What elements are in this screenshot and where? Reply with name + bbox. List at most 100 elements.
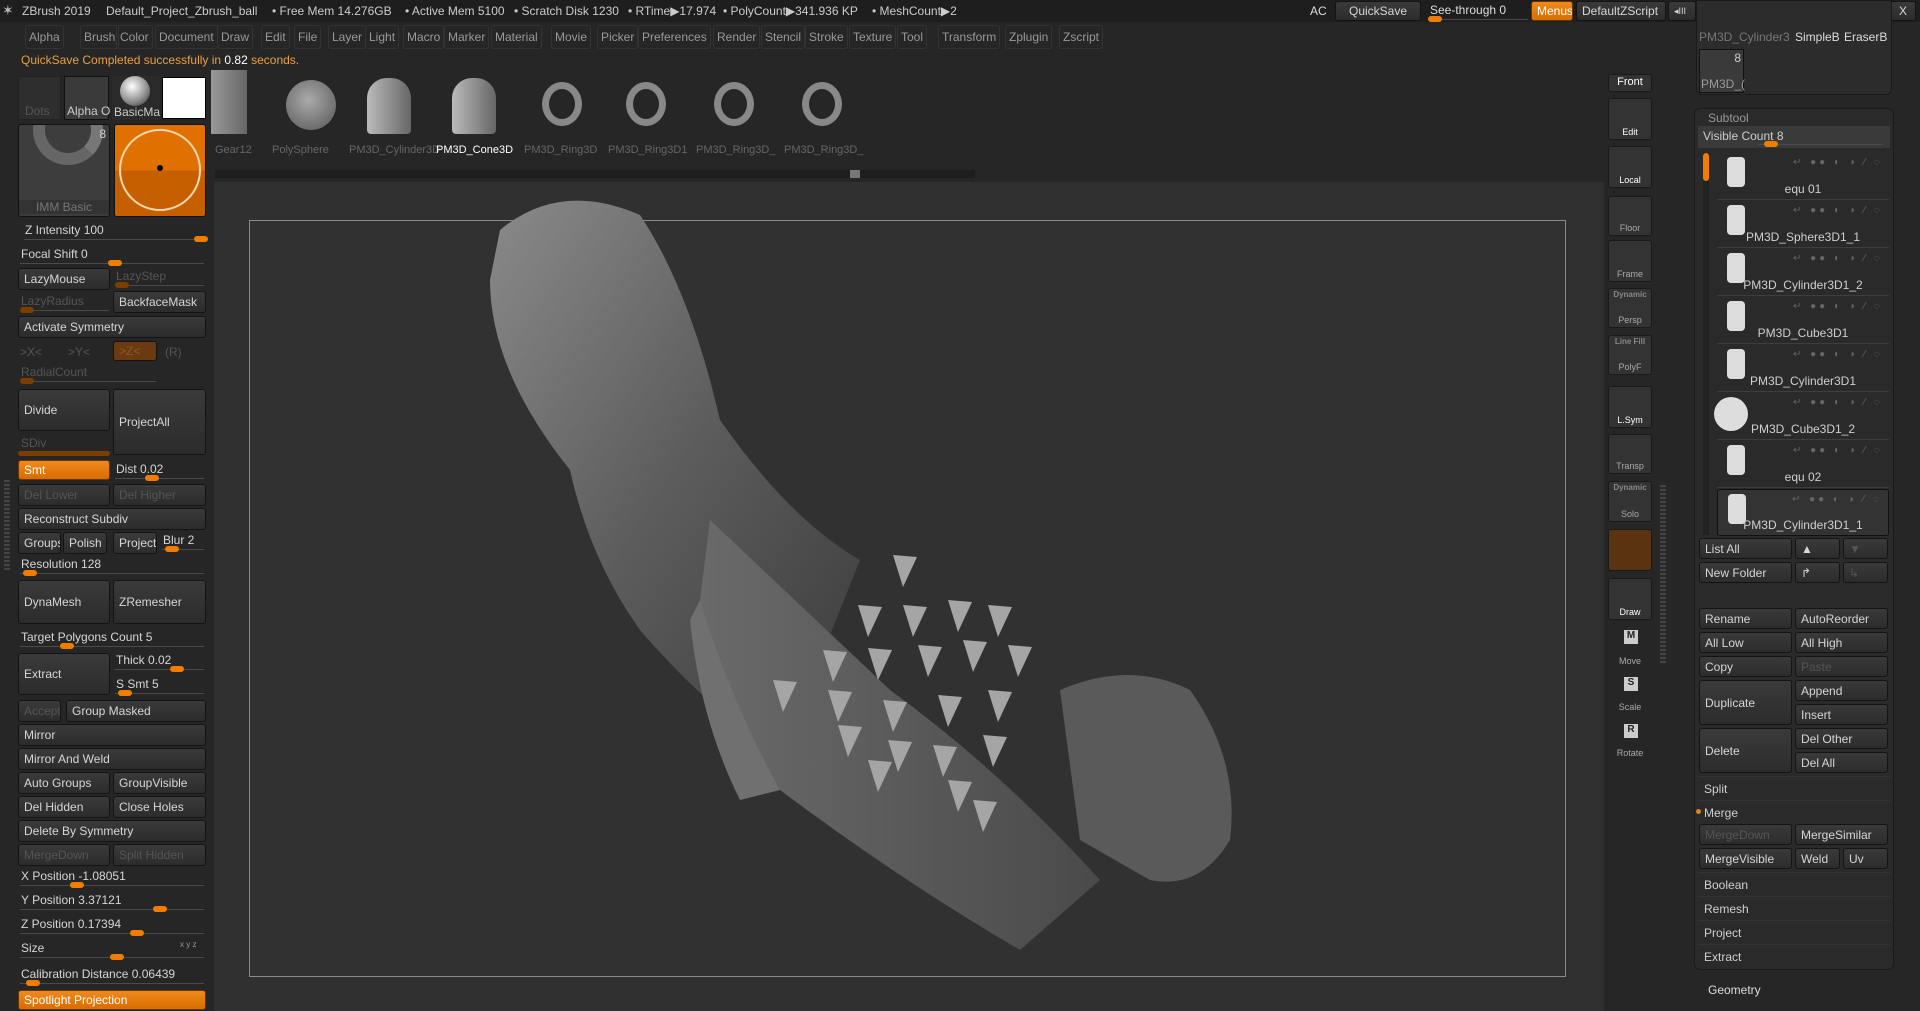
autoreorder-button[interactable]: AutoReorder	[1795, 608, 1888, 629]
subtool-item[interactable]: ↵ ●● ◐ ◑ ⁄ ◌ equ 02	[1717, 441, 1889, 488]
toolbar-label: Floor	[1619, 223, 1641, 233]
paste-button[interactable]: Paste	[1795, 656, 1888, 677]
subtool-name: PM3D_Cube3D1_2	[1750, 422, 1856, 436]
toolbar-top-label: Line Fill	[1614, 337, 1646, 346]
toolbar-color[interactable]	[1608, 529, 1652, 571]
fist	[1060, 675, 1232, 882]
toolbar-top-label: Dynamic	[1613, 290, 1647, 299]
tool-thumb-label[interactable]: PM3D_Cylinder3	[1699, 30, 1794, 44]
right-tray-scroll[interactable]	[1660, 485, 1666, 665]
subtool-item[interactable]: ↵ ●● ◐ ◑ ⁄ ◌ PM3D_Cylinder3D1_1	[1717, 489, 1889, 536]
subtool-visibility-icons[interactable]: ↵ ●● ◐ ◑ ⁄ ◌	[1793, 157, 1883, 168]
duplicate-button[interactable]: Duplicate	[1699, 680, 1792, 725]
subtool-item[interactable]: ↵ ●● ◐ ◑ ⁄ ◌ PM3D_Cylinder3D1	[1717, 345, 1889, 392]
subtool-item[interactable]: ↵ ●● ◐ ◑ ⁄ ◌ equ 01	[1717, 153, 1889, 200]
section-extract[interactable]: Extract	[1698, 944, 1890, 968]
subtool-visibility-icons[interactable]: ↵ ●● ◐ ◑ ⁄ ◌	[1793, 397, 1883, 408]
subtool-visibility-icons[interactable]: ↵ ●● ◐ ◑ ⁄ ◌	[1793, 445, 1883, 456]
subtool-name: PM3D_Cube3D1	[1757, 326, 1849, 340]
toolbar-persp[interactable]: Dynamic Persp	[1608, 288, 1652, 328]
tool-count: 8	[1734, 51, 1741, 65]
append-button[interactable]: Append	[1795, 680, 1888, 701]
toolbar-key-icon: R	[1624, 724, 1638, 738]
insert-button[interactable]: Insert	[1795, 704, 1888, 725]
list-all-button[interactable]: List All	[1699, 538, 1792, 559]
subtool-visibility-icons[interactable]: ↵ ●● ◐ ◑ ⁄ ◌	[1793, 349, 1883, 360]
section-project[interactable]: Project	[1698, 920, 1890, 944]
toolbar-draw[interactable]: Draw	[1608, 578, 1652, 620]
subtool-visibility-icons[interactable]: ↵ ●● ◐ ◑ ⁄ ◌	[1793, 253, 1883, 264]
toolbar-transp[interactable]: Transp	[1608, 434, 1652, 474]
toolbar-solo[interactable]: Dynamic Solo	[1608, 481, 1652, 522]
toolbar-key-icon: S	[1624, 677, 1638, 691]
section-remesh[interactable]: Remesh	[1698, 896, 1890, 920]
move-down-button[interactable]: ▼	[1843, 538, 1888, 559]
toolbar-label: Edit	[1622, 127, 1638, 137]
new-folder-button[interactable]: New Folder	[1699, 562, 1792, 583]
spike	[988, 605, 1012, 637]
subtool-item[interactable]: ↵ ●● ◐ ◑ ⁄ ◌ PM3D_Sphere3D1_1	[1717, 201, 1889, 248]
toolbar-lsym[interactable]: L.Sym	[1608, 386, 1652, 428]
toolbar-scale[interactable]: S Scale	[1608, 677, 1652, 714]
spike	[983, 735, 1007, 767]
toolbar-local[interactable]: Local	[1608, 146, 1652, 188]
folder-out-button[interactable]: ↳	[1843, 562, 1888, 583]
toolbar-front[interactable]: Front	[1608, 74, 1652, 92]
thumb-label: PM3D_(	[1701, 77, 1746, 91]
tool-thumb-label[interactable]: EraserB	[1844, 30, 1887, 44]
toolbar-label: Persp	[1618, 315, 1642, 325]
merge-active-dot-icon	[1696, 809, 1701, 814]
section-boolean[interactable]: Boolean	[1698, 872, 1890, 896]
toolbar-label: Scale	[1618, 702, 1642, 712]
del-other-button[interactable]: Del Other	[1795, 728, 1888, 749]
spike	[893, 555, 917, 587]
section-merge[interactable]: Merge	[1698, 800, 1890, 824]
toolbar-label: Move	[1618, 656, 1641, 666]
spike	[1008, 645, 1032, 677]
subtool-visibility-icons[interactable]: ↵ ●● ◐ ◑ ⁄ ◌	[1793, 301, 1883, 312]
mergesimilar-button[interactable]: MergeSimilar	[1795, 824, 1888, 845]
del-all-button[interactable]: Del All	[1795, 752, 1888, 773]
rename-button[interactable]: Rename	[1699, 608, 1792, 629]
geometry-section[interactable]: Geometry	[1708, 983, 1761, 997]
current-tool-thumb[interactable]: 8 PM3D_(	[1699, 49, 1746, 93]
toolbar-key-icon: M	[1624, 630, 1638, 644]
toolbar-label: Rotate	[1616, 748, 1644, 758]
folder-in-button[interactable]: ↱	[1795, 562, 1840, 583]
subtool-item[interactable]: ↵ ●● ◐ ◑ ⁄ ◌ PM3D_Cube3D1	[1717, 297, 1889, 344]
weld-button[interactable]: Weld	[1795, 848, 1840, 869]
subtool-scrollbar[interactable]	[1703, 153, 1709, 535]
subtool-name: equ 01	[1784, 182, 1822, 196]
copy-button[interactable]: Copy	[1699, 656, 1792, 677]
toolbar-frame[interactable]: Frame	[1608, 240, 1652, 282]
uv-button[interactable]: Uv	[1843, 848, 1888, 869]
subtool-item[interactable]: ↵ ●● ◐ ◑ ⁄ ◌ PM3D_Cylinder3D1_2	[1717, 249, 1889, 296]
toolbar-label: Solo	[1620, 509, 1639, 519]
toolbar-rotate[interactable]: R Rotate	[1608, 724, 1652, 760]
subtool-name: PM3D_Cylinder3D1_2	[1743, 278, 1863, 292]
subtool-visibility-icons[interactable]: ↵ ●● ◐ ◑ ⁄ ◌	[1793, 205, 1883, 216]
toolbar-label: Local	[1619, 175, 1641, 185]
spike	[938, 695, 962, 727]
mergevisible-button[interactable]: MergeVisible	[1699, 848, 1792, 869]
all-high-button[interactable]: All High	[1795, 632, 1888, 653]
mergedown-button[interactable]: MergeDown	[1699, 824, 1792, 845]
tool-thumb-label[interactable]: SimpleB	[1795, 30, 1840, 44]
section-split[interactable]: Split	[1698, 776, 1890, 800]
subtool-title[interactable]: Subtool	[1708, 111, 1749, 125]
bracer	[700, 520, 1100, 950]
subtool-name: PM3D_Sphere3D1_1	[1745, 230, 1861, 244]
spike	[988, 690, 1012, 722]
subtool-item[interactable]: ↵ ●● ◐ ◑ ⁄ ◌ PM3D_Cube3D1_2	[1714, 393, 1889, 440]
visible-count-slider[interactable]: Visible Count 8	[1698, 126, 1890, 148]
toolbar-polyf[interactable]: Line Fill PolyF	[1608, 335, 1652, 375]
subtool-visibility-icons[interactable]: ↵ ●● ◐ ◑ ⁄ ◌	[1792, 494, 1882, 505]
spike	[918, 645, 942, 677]
toolbar-edit[interactable]: Edit	[1608, 98, 1652, 140]
delete-button[interactable]: Delete	[1699, 728, 1792, 773]
all-low-button[interactable]: All Low	[1699, 632, 1792, 653]
move-up-button[interactable]: ▲	[1795, 538, 1840, 559]
toolbar-move[interactable]: M Move	[1608, 630, 1652, 668]
toolbar-label: Frame	[1616, 269, 1643, 279]
toolbar-floor[interactable]: Floor	[1608, 196, 1652, 236]
